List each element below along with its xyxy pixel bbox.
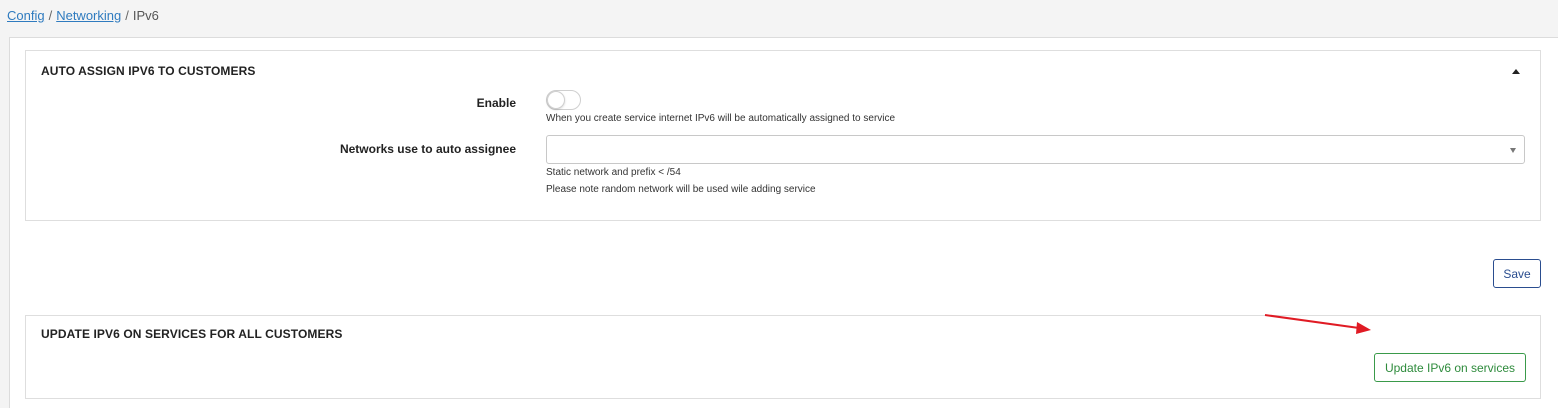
save-button[interactable]: Save [1493, 259, 1541, 288]
breadcrumb-current: IPv6 [132, 8, 159, 23]
update-ipv6-button[interactable]: Update IPv6 on services [1374, 353, 1526, 382]
auto-assign-panel: AUTO ASSIGN IPV6 TO CUSTOMERS Enable Whe… [25, 50, 1541, 221]
main-content: AUTO ASSIGN IPV6 TO CUSTOMERS Enable Whe… [9, 37, 1558, 408]
breadcrumb-separator: / [48, 8, 53, 23]
enable-hint: When you create service internet IPv6 wi… [546, 113, 896, 124]
networks-select[interactable] [546, 135, 1525, 164]
enable-toggle[interactable] [546, 90, 581, 110]
breadcrumb-separator: / [125, 8, 129, 23]
collapse-icon[interactable] [1512, 69, 1520, 74]
enable-label: Enable [476, 96, 516, 110]
networks-label: Networks use to auto assignee [339, 142, 516, 156]
update-panel-title: UPDATE IPV6 ON SERVICES FOR ALL CUSTOMER… [41, 327, 343, 341]
auto-assign-panel-title: AUTO ASSIGN IPV6 TO CUSTOMERS [41, 64, 256, 78]
breadcrumb-networking-link[interactable]: Networking [56, 8, 121, 23]
breadcrumb: Config / Networking / IPv6 [7, 8, 159, 23]
toggle-knob [547, 91, 565, 109]
dropdown-caret-icon [1510, 148, 1516, 153]
networks-hint-static: Static network and prefix < /54 [546, 167, 681, 178]
annotation-arrow-icon [1264, 314, 1371, 334]
breadcrumb-config-link[interactable]: Config [7, 8, 45, 23]
networks-hint-random: Please note random network will be used … [546, 184, 816, 195]
